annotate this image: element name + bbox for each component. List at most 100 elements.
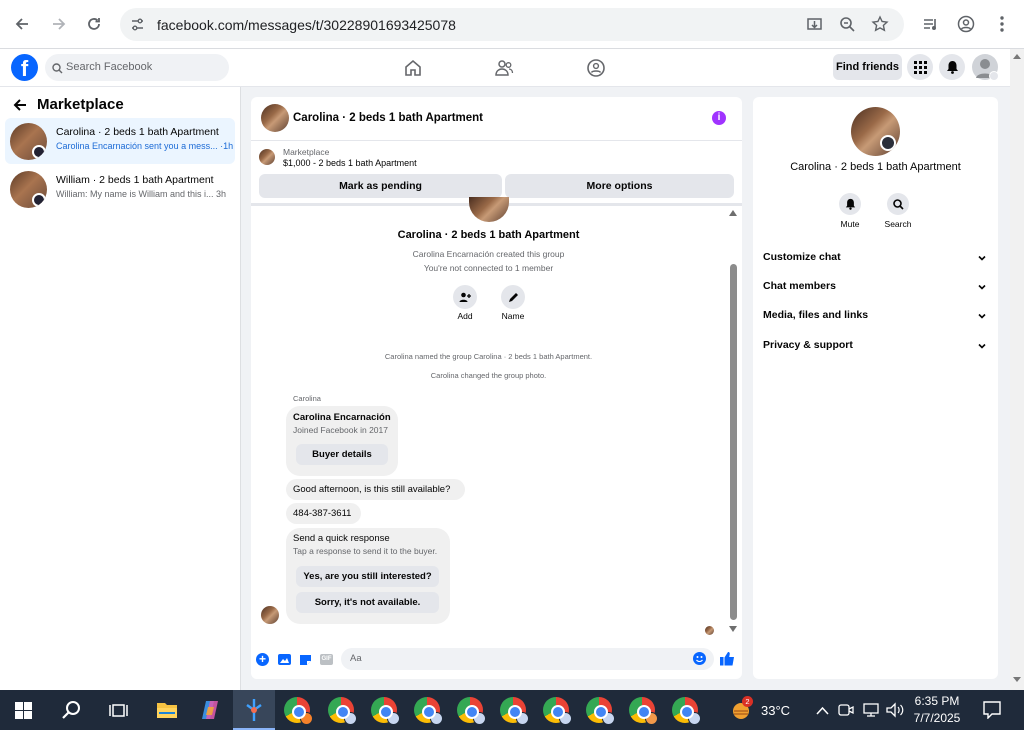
privacy-support-section[interactable]: Privacy & support: [763, 339, 989, 359]
sender-name: Carolina: [293, 394, 321, 403]
clock-date[interactable]: 7/7/2025: [906, 711, 968, 725]
meet-now-icon[interactable]: [838, 702, 854, 723]
chrome-icon[interactable]: [457, 697, 486, 725]
chrome-icon[interactable]: [629, 697, 658, 725]
taskbar-search-icon[interactable]: [61, 700, 82, 726]
back-arrow-icon[interactable]: [12, 97, 28, 118]
groups-icon[interactable]: [586, 58, 606, 78]
quick-response-option[interactable]: Yes, are you still interested?: [296, 566, 439, 587]
gif-icon[interactable]: GIF: [320, 654, 333, 665]
buyer-details-button[interactable]: Buyer details: [296, 444, 388, 465]
facebook-logo-icon[interactable]: f: [11, 54, 38, 81]
search-input[interactable]: Search Facebook: [45, 54, 229, 81]
rename-button[interactable]: [501, 285, 525, 309]
scroll-down-icon[interactable]: [1013, 677, 1021, 682]
volume-icon[interactable]: [886, 702, 904, 723]
message-bubble[interactable]: 484-387-3611: [286, 503, 361, 524]
mute-button[interactable]: [839, 193, 861, 215]
chrome-icon[interactable]: [414, 697, 443, 725]
chrome-icon[interactable]: [500, 697, 529, 725]
reload-icon[interactable]: [82, 12, 106, 36]
group-avatar: [469, 197, 509, 222]
conversation-item[interactable]: Carolina · 2 beds 1 bath Apartment Carol…: [5, 118, 235, 164]
notifications-bell-icon[interactable]: [939, 54, 965, 80]
weather-icon[interactable]: 2: [731, 696, 753, 721]
zoom-icon[interactable]: [839, 16, 856, 38]
details-avatar[interactable]: [851, 107, 900, 156]
conversation-name: Carolina · 2 beds 1 bath Apartment: [56, 126, 219, 138]
menu-grid-icon[interactable]: [907, 54, 933, 80]
network-icon[interactable]: [862, 702, 880, 723]
conversation-name: William · 2 beds 1 bath Apartment: [56, 174, 214, 186]
scroll-up-icon[interactable]: [729, 210, 737, 216]
friends-icon[interactable]: [494, 58, 514, 78]
tray-chevron-up-icon[interactable]: [816, 703, 829, 721]
address-bar[interactable]: facebook.com/messages/t/3022890169342507…: [120, 8, 904, 41]
chrome-icon[interactable]: [672, 697, 701, 725]
profile-icon[interactable]: [954, 12, 978, 36]
chrome-icon[interactable]: [586, 697, 615, 725]
chrome-icon[interactable]: [284, 697, 313, 725]
find-friends-button[interactable]: Find friends: [833, 54, 902, 80]
chat-scrollbar[interactable]: [730, 264, 737, 620]
read-receipt-avatar: [705, 626, 714, 635]
plus-icon[interactable]: +: [256, 653, 269, 666]
clock-time[interactable]: 6:35 PM: [906, 694, 968, 708]
browser-menu-icon[interactable]: [990, 12, 1014, 36]
scroll-down-icon[interactable]: [729, 626, 737, 632]
customize-chat-section[interactable]: Customize chat: [763, 251, 989, 271]
bookmark-star-icon[interactable]: [871, 15, 889, 38]
message-bubble[interactable]: Good afternoon, is this still available?: [286, 479, 465, 500]
media-files-section[interactable]: Media, files and links: [763, 309, 989, 329]
message-text: 484-387-3611: [293, 508, 352, 519]
windows-taskbar: 2 33°C 6:35 PM 7/7/2025: [0, 690, 1024, 730]
active-app[interactable]: [233, 690, 275, 730]
info-icon[interactable]: i: [712, 111, 726, 125]
install-app-icon[interactable]: [806, 16, 823, 38]
media-control-icon[interactable]: [918, 12, 942, 36]
sticker-icon[interactable]: [299, 653, 312, 671]
section-label: Media, files and links: [763, 309, 869, 321]
more-options-button[interactable]: More options: [505, 174, 734, 198]
thumbs-up-icon[interactable]: [720, 651, 735, 671]
file-explorer-icon[interactable]: [156, 700, 178, 725]
conversation-list-panel: Marketplace Carolina · 2 beds 1 bath Apa…: [0, 87, 241, 690]
chat-panel: Carolina · 2 beds 1 bath Apartment i Mar…: [251, 97, 742, 679]
chat-members-section[interactable]: Chat members: [763, 280, 989, 300]
task-view-icon[interactable]: [109, 702, 128, 724]
chrome-icon[interactable]: [543, 697, 572, 725]
account-avatar[interactable]: [972, 54, 999, 81]
listing-price[interactable]: $1,000 - 2 beds 1 bath Apartment: [283, 158, 417, 168]
notification-center-icon[interactable]: [983, 701, 1001, 724]
chat-title[interactable]: Carolina · 2 beds 1 bath Apartment: [293, 112, 483, 124]
search-icon: [892, 198, 904, 210]
home-icon[interactable]: [403, 58, 423, 78]
quick-response-option[interactable]: Sorry, it's not available.: [296, 592, 439, 613]
conversation-item[interactable]: William · 2 beds 1 bath Apartment Willia…: [5, 166, 235, 212]
page-scrollbar[interactable]: [1010, 49, 1024, 690]
mark-as-pending-button[interactable]: Mark as pending: [259, 174, 502, 198]
windows-start-icon[interactable]: [15, 702, 32, 724]
message-input[interactable]: Aa: [341, 648, 714, 670]
listing-thumbnail[interactable]: [259, 149, 275, 165]
message-text: Good afternoon, is this still available?: [293, 484, 451, 495]
account-chevron-icon[interactable]: [989, 71, 999, 81]
system-event: Carolina changed the group photo.: [430, 371, 547, 380]
panel-title: Marketplace: [37, 96, 124, 113]
back-icon[interactable]: [10, 12, 34, 36]
quick-response-card: Send a quick response Tap a response to …: [286, 528, 450, 624]
chat-header-avatar[interactable]: [261, 104, 289, 132]
search-chat-button[interactable]: [887, 193, 909, 215]
conversation-avatar: [10, 123, 47, 160]
chrome-icon[interactable]: [371, 697, 400, 725]
chrome-icon[interactable]: [328, 697, 357, 725]
forward-icon[interactable]: [47, 12, 71, 36]
add-member-button[interactable]: [453, 285, 477, 309]
site-settings-icon[interactable]: [130, 17, 145, 37]
scroll-up-icon[interactable]: [1013, 54, 1021, 59]
emoji-icon[interactable]: [693, 652, 706, 665]
photo-icon[interactable]: [278, 653, 291, 671]
copilot-icon[interactable]: [199, 699, 221, 726]
search-icon: [52, 61, 63, 79]
weather-temperature[interactable]: 33°C: [761, 703, 790, 718]
